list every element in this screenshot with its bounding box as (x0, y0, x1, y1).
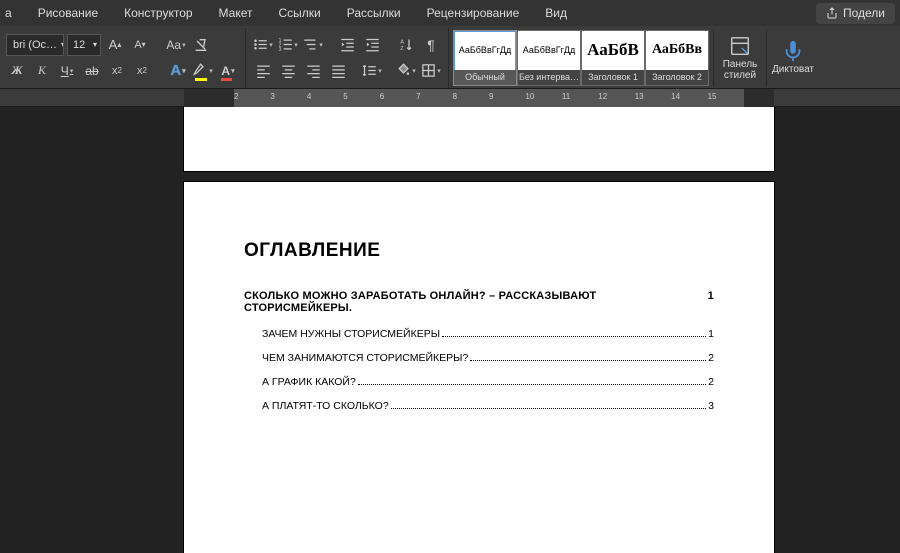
menu-item[interactable]: а (0, 0, 25, 27)
grow-font-button[interactable]: A▴ (104, 34, 126, 56)
shrink-font-button[interactable]: A▾ (129, 34, 151, 56)
styles-gallery: АаБбВвГгДд Обычный АаБбВвГгДд Без интерв… (449, 28, 713, 88)
underline-button[interactable]: Ч▾ (56, 60, 78, 82)
menu-item[interactable]: Вид (532, 0, 580, 27)
align-center-button[interactable] (277, 60, 299, 82)
dictate-button[interactable]: Диктоват (767, 30, 819, 86)
ribbon: bri (Ос…▾ 12▾ A▴ A▾ Aa▾ Ж К Ч▾ ab x2 x2 … (0, 27, 900, 89)
toc-level2: ЧЕМ ЗАНИМАЮТСЯ СТОРИСМЕЙКЕРЫ?2 (262, 352, 714, 364)
svg-text:3: 3 (279, 47, 282, 52)
menu-bar: а Рисование Конструктор Макет Ссылки Рас… (0, 0, 900, 27)
italic-button[interactable]: К (31, 60, 53, 82)
menu-item[interactable]: Конструктор (111, 0, 205, 27)
sort-button[interactable]: AZ (395, 34, 417, 56)
highlight-button[interactable]: ▾ (192, 60, 214, 82)
clear-format-button[interactable] (190, 34, 212, 56)
numbering-button[interactable]: 123▾ (277, 34, 299, 56)
bullets-button[interactable]: ▾ (252, 34, 274, 56)
text-effects-button[interactable]: A▾ (167, 60, 189, 82)
share-label: Подели (843, 3, 885, 24)
style-heading-1[interactable]: АаБбВ Заголовок 1 (581, 30, 645, 86)
font-group: bri (Ос…▾ 12▾ A▴ A▾ Aa▾ Ж К Ч▾ ab x2 x2 … (0, 28, 246, 88)
mic-icon (782, 40, 804, 62)
align-right-button[interactable] (302, 60, 324, 82)
paragraph-group: ▾ 123▾ ▾ AZ ¶ ▾ ▾ ▾ (246, 28, 449, 88)
align-justify-button[interactable] (327, 60, 349, 82)
page-prev-bottom (184, 107, 774, 171)
multilevel-button[interactable]: ▾ (302, 34, 324, 56)
subscript-button[interactable]: x2 (106, 60, 128, 82)
menu-item[interactable]: Рисование (25, 0, 111, 27)
menu-item[interactable]: Ссылки (266, 0, 334, 27)
strike-button[interactable]: ab (81, 60, 103, 82)
menu-item[interactable]: Рецензирование (414, 0, 533, 27)
page-current[interactable]: ОГЛАВЛЕНИЕ СКОЛЬКО МОЖНО ЗАРАБОТАТЬ ОНЛА… (184, 182, 774, 553)
toc-level1: СКОЛЬКО МОЖНО ЗАРАБОТАТЬ ОНЛАЙН? – РАССК… (244, 290, 714, 314)
toc-level2: А ГРАФИК КАКОЙ?2 (262, 376, 714, 388)
share-button[interactable]: Подели (816, 3, 895, 24)
style-normal[interactable]: АаБбВвГгДд Обычный (453, 30, 517, 86)
bold-button[interactable]: Ж (6, 60, 28, 82)
style-heading-2[interactable]: АаБбВв Заголовок 2 (645, 30, 709, 86)
toc-title: ОГЛАВЛЕНИЕ (244, 240, 714, 262)
ruler[interactable]: 2345678910111213141516 (0, 89, 900, 107)
shading-button[interactable]: ▾ (395, 60, 417, 82)
styles-pane-icon (729, 35, 751, 57)
svg-text:Z: Z (400, 46, 404, 52)
show-marks-button[interactable]: ¶ (420, 34, 442, 56)
toc-level2: А ПЛАТЯТ-ТО СКОЛЬКО?3 (262, 400, 714, 412)
superscript-button[interactable]: x2 (131, 60, 153, 82)
style-no-spacing[interactable]: АаБбВвГгДд Без интерва… (517, 30, 581, 86)
indent-right-button[interactable] (361, 34, 383, 56)
toc-level2: ЗАЧЕМ НУЖНЫ СТОРИСМЕЙКЕРЫ1 (262, 328, 714, 340)
change-case-button[interactable]: Aa▾ (165, 34, 187, 56)
align-left-button[interactable] (252, 60, 274, 82)
indent-left-button[interactable] (336, 34, 358, 56)
font-name-select[interactable]: bri (Ос…▾ (6, 34, 64, 56)
document-canvas[interactable]: ОГЛАВЛЕНИЕ СКОЛЬКО МОЖНО ЗАРАБОТАТЬ ОНЛА… (0, 107, 900, 553)
font-color-button[interactable]: A ▾ (217, 60, 239, 82)
font-size-select[interactable]: 12▾ (67, 34, 101, 56)
styles-pane-button[interactable]: Панель стилей (714, 30, 766, 86)
menu-item[interactable]: Макет (206, 0, 266, 27)
menu-item[interactable]: Рассылки (334, 0, 414, 27)
svg-text:A: A (400, 39, 404, 45)
share-icon (826, 7, 838, 19)
line-spacing-button[interactable]: ▾ (361, 60, 383, 82)
borders-button[interactable]: ▾ (420, 60, 442, 82)
